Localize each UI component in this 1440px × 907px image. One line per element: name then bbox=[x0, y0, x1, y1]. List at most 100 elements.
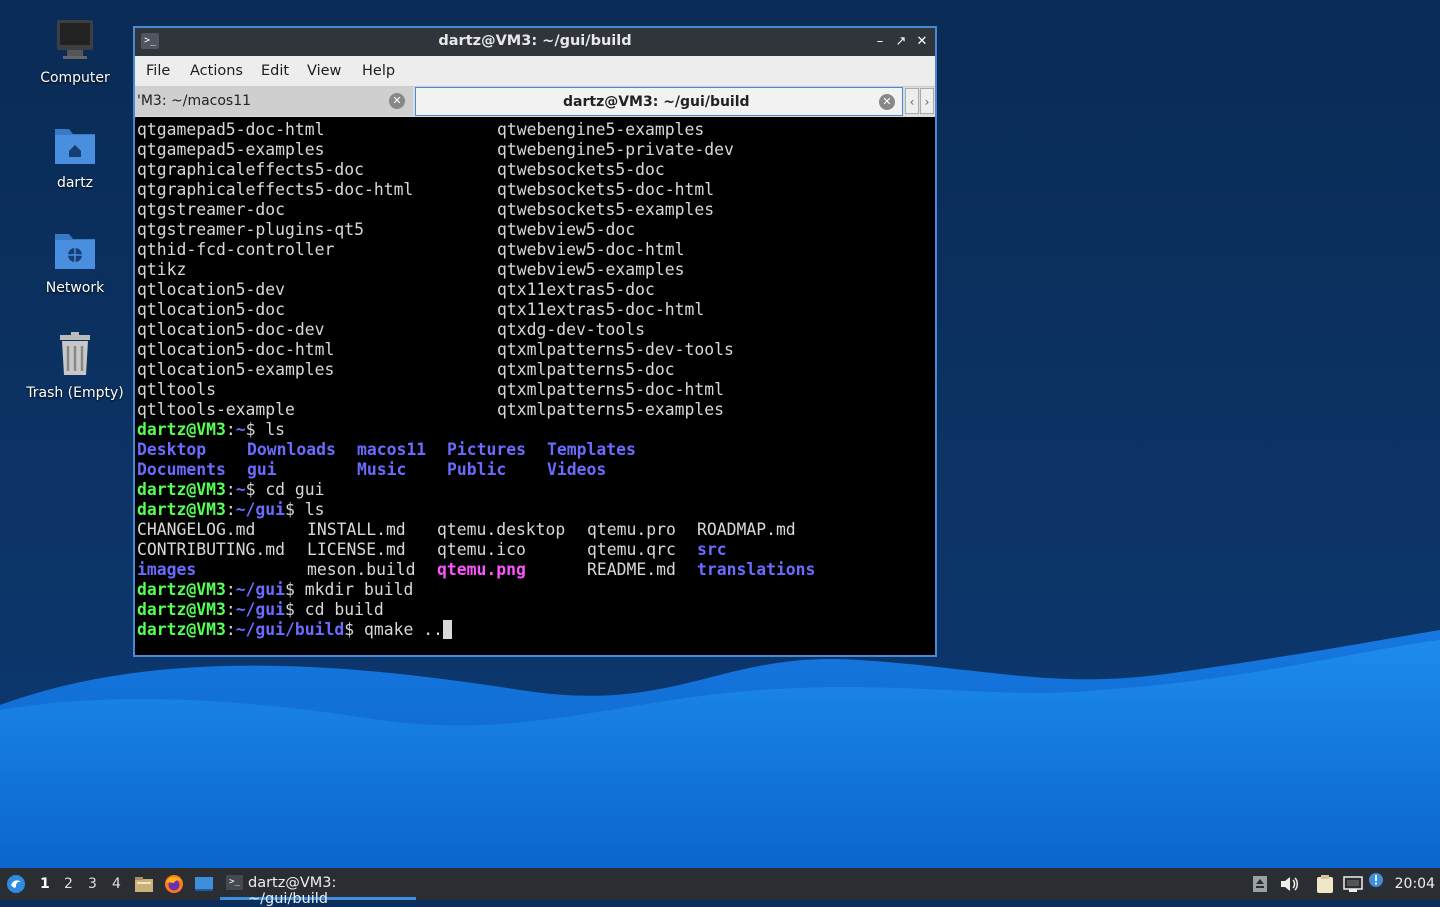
taskbar-entry-label: dartz@VM3: ~/gui/build bbox=[248, 875, 337, 907]
restore-icon[interactable]: ↗ bbox=[891, 32, 911, 52]
desktop-icon-computer[interactable]: Computer bbox=[0, 16, 150, 86]
file-entry: INSTALL.md bbox=[307, 520, 406, 539]
prompt-symbol: $ bbox=[344, 620, 364, 639]
terminal-line: qtgstreamer-doc qtwebsockets5-examples bbox=[137, 200, 933, 220]
menu-file[interactable]: File bbox=[146, 63, 170, 79]
prompt-symbol: $ bbox=[285, 580, 305, 599]
tab-label: 'M3: ~/macos11 bbox=[137, 93, 252, 109]
volume-icon[interactable] bbox=[1279, 874, 1299, 894]
command-text: ls bbox=[304, 500, 325, 519]
desktop-icon-home[interactable]: dartz bbox=[0, 121, 150, 191]
command-text: cd gui bbox=[265, 480, 325, 499]
menu-actions[interactable]: Actions bbox=[190, 63, 243, 79]
terminal-line: qtlocation5-doc-html qtxmlpatterns5-dev-t… bbox=[137, 340, 933, 360]
package-name: qtlocation5-dev bbox=[137, 280, 286, 299]
terminal-window[interactable]: >_ dartz@VM3: ~/gui/build – ↗ ✕ File Act… bbox=[133, 26, 937, 657]
prompt-symbol: $ bbox=[245, 420, 266, 439]
workspace-4[interactable]: 4 bbox=[112, 876, 121, 892]
package-name: qtxmlpatterns5-doc-html bbox=[497, 380, 724, 399]
file-entry: ROADMAP.md bbox=[697, 520, 796, 539]
tab-scroll-left-icon[interactable]: ‹ bbox=[905, 88, 919, 114]
package-name: qtltools-example bbox=[137, 400, 295, 419]
package-name: qtwebview5-doc bbox=[497, 220, 636, 239]
window-titlebar[interactable]: >_ dartz@VM3: ~/gui/build – ↗ ✕ bbox=[135, 28, 935, 56]
package-name: qthid-fcd-controller bbox=[137, 240, 335, 259]
file-entry: meson.build bbox=[307, 560, 416, 579]
terminal-line: dartz@VM3:~$ cd gui bbox=[137, 480, 933, 500]
tab-scroll-right-icon[interactable]: › bbox=[920, 88, 934, 114]
start-menu-icon[interactable] bbox=[6, 874, 26, 894]
terminal-line: qtgraphicaleffects5-doc qtwebsockets5-doc bbox=[137, 160, 933, 180]
directory-entry: macos11 bbox=[357, 440, 427, 459]
package-name: qtwebview5-doc-html bbox=[497, 240, 685, 259]
directory-entry: Documents bbox=[137, 460, 226, 479]
prompt-path: ~ bbox=[235, 420, 246, 439]
menu-edit[interactable]: Edit bbox=[261, 63, 289, 79]
prompt-separator: : bbox=[225, 600, 236, 619]
menu-help[interactable]: Help bbox=[362, 63, 395, 79]
directory-entry: gui bbox=[247, 460, 277, 479]
tab-close-icon[interactable]: ✕ bbox=[389, 93, 405, 109]
terminal-line: qtlocation5-doc qtx11extras5-doc-html bbox=[137, 300, 933, 320]
file-manager-icon[interactable] bbox=[134, 874, 154, 894]
desktop-icon-trash[interactable]: Trash (Empty) bbox=[0, 331, 150, 401]
trash-icon bbox=[51, 331, 99, 379]
workspace-2[interactable]: 2 bbox=[64, 876, 73, 892]
terminal-app-icon: >_ bbox=[226, 875, 243, 890]
clipboard-icon[interactable] bbox=[1315, 874, 1335, 894]
prompt-user: dartz@VM3 bbox=[137, 600, 226, 619]
prompt-separator: : bbox=[225, 580, 236, 599]
workspace-1[interactable]: 1 bbox=[40, 876, 50, 892]
prompt-path: ~/gui/build bbox=[235, 620, 345, 639]
prompt-symbol: $ bbox=[285, 500, 305, 519]
directory-entry: Public bbox=[447, 460, 507, 479]
terminal-cursor bbox=[442, 620, 452, 639]
tab-gui-build[interactable]: dartz@VM3: ~/gui/build ✕ bbox=[415, 87, 903, 116]
close-icon[interactable]: ✕ bbox=[912, 32, 932, 52]
show-desktop-icon[interactable] bbox=[194, 874, 214, 894]
home-folder-icon bbox=[51, 121, 99, 169]
notification-icon[interactable] bbox=[1368, 872, 1388, 892]
prompt-separator: : bbox=[225, 500, 236, 519]
firefox-icon[interactable] bbox=[164, 874, 184, 894]
terminal-line: qtgamepad5-examples qtwebengine5-private-… bbox=[137, 140, 933, 160]
terminal-line: CHANGELOG.md INSTALL.md qtemu.desktop qtemu… bbox=[137, 520, 933, 540]
terminal-line: qtikz qtwebview5-examples bbox=[137, 260, 933, 280]
network-icon[interactable] bbox=[1343, 874, 1363, 894]
tab-close-icon[interactable]: ✕ bbox=[879, 94, 895, 110]
terminal-line: qtlocation5-doc-dev qtxdg-dev-tools bbox=[137, 320, 933, 340]
terminal-line: qtltools-example qtxmlpatterns5-examples bbox=[137, 400, 933, 420]
prompt-user: dartz@VM3 bbox=[137, 580, 226, 599]
taskbar-entry-terminal[interactable]: >_ dartz@VM3: ~/gui/build bbox=[220, 868, 416, 907]
package-name: qtwebengine5-examples bbox=[497, 120, 705, 139]
directory-entry: Templates bbox=[547, 440, 636, 459]
network-folder-icon bbox=[51, 226, 99, 274]
terminal-output[interactable]: qtgamepad5-doc-html qtwebengine5-examples… bbox=[137, 120, 933, 654]
desktop-icon-network[interactable]: Network bbox=[0, 226, 150, 296]
terminal-line: images meson.build qtemu.png README.md trans… bbox=[137, 560, 933, 580]
prompt-path: ~ bbox=[235, 480, 246, 499]
window-title: dartz@VM3: ~/gui/build bbox=[438, 33, 632, 49]
desktop-icon-label: dartz bbox=[56, 175, 94, 191]
tab-macos11[interactable]: 'M3: ~/macos11 ✕ bbox=[135, 87, 413, 116]
prompt-user: dartz@VM3 bbox=[137, 480, 226, 499]
terminal-line: dartz@VM3:~/gui$ cd build bbox=[137, 600, 933, 620]
directory-entry: Desktop bbox=[137, 440, 207, 459]
prompt-separator: : bbox=[225, 620, 236, 639]
package-name: qtlocation5-doc bbox=[137, 300, 286, 319]
minimize-icon[interactable]: – bbox=[870, 32, 890, 52]
package-name: qtltools bbox=[137, 380, 216, 399]
terminal-line: Desktop Downloads macos11 Pictures Templates bbox=[137, 440, 933, 460]
eject-icon[interactable] bbox=[1250, 874, 1270, 894]
terminal-line: qtltools qtxmlpatterns5-doc-html bbox=[137, 380, 933, 400]
terminal-line: qtgamepad5-doc-html qtwebengine5-examples bbox=[137, 120, 933, 140]
prompt-user: dartz@VM3 bbox=[137, 620, 226, 639]
image-file-entry: qtemu.png bbox=[437, 560, 526, 579]
workspace-3[interactable]: 3 bbox=[88, 876, 97, 892]
menu-view[interactable]: View bbox=[307, 63, 341, 79]
prompt-path: ~/gui bbox=[235, 600, 286, 619]
terminal-line: qthid-fcd-controller qtwebview5-doc-html bbox=[137, 240, 933, 260]
command-text: ls bbox=[265, 420, 286, 439]
terminal-line: qtlocation5-dev qtx11extras5-doc bbox=[137, 280, 933, 300]
terminal-line: qtgstreamer-plugins-qt5 qtwebview5-doc bbox=[137, 220, 933, 240]
